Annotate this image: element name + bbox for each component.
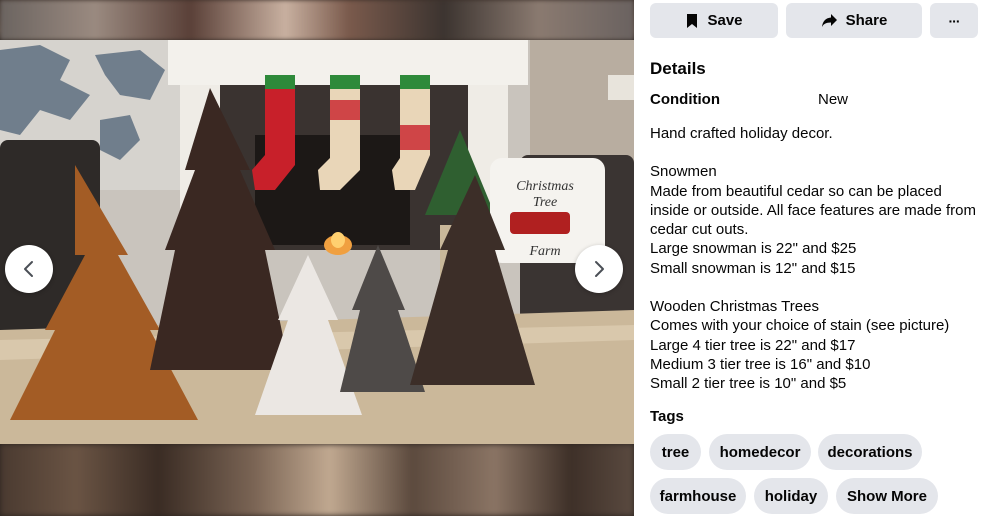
more-icon: ··· bbox=[948, 12, 961, 29]
tag-chip-tree[interactable]: tree bbox=[650, 434, 701, 470]
chevron-right-icon bbox=[595, 261, 604, 277]
bookmark-icon bbox=[687, 13, 698, 28]
listing-details-panel: Save Share ··· Details Condition New Han… bbox=[634, 0, 991, 516]
snowman-small: Small snowman is 12" and $15 bbox=[650, 259, 856, 277]
chevron-left-icon bbox=[24, 261, 33, 277]
action-bar: Save Share ··· bbox=[650, 3, 978, 38]
listing-description: Hand crafted holiday decor. Snowmen Made… bbox=[650, 124, 985, 394]
tag-chip-decorations[interactable]: decorations bbox=[818, 434, 922, 470]
snowman-large: Large snowman is 22" and $25 bbox=[650, 240, 857, 258]
save-label: Save bbox=[707, 12, 743, 29]
description-intro: Hand crafted holiday decor. bbox=[650, 125, 833, 142]
share-button[interactable]: Share bbox=[786, 3, 922, 38]
pillow-text-1: Christmas bbox=[516, 179, 574, 194]
photo-viewer: Christmas Tree Farm bbox=[0, 0, 634, 516]
snowmen-title: Snowmen bbox=[650, 163, 717, 181]
blurred-backdrop-top bbox=[0, 0, 634, 40]
tag-chip-farmhouse[interactable]: farmhouse bbox=[650, 478, 746, 514]
next-photo-button[interactable] bbox=[575, 245, 623, 293]
snowmen-body: Made from beautiful cedar so can be plac… bbox=[650, 182, 977, 239]
tags-heading: Tags bbox=[650, 408, 684, 425]
tree-small: Small 2 tier tree is 10" and $5 bbox=[650, 375, 847, 393]
share-arrow-icon bbox=[821, 14, 837, 27]
tree-large: Large 4 tier tree is 22" and $17 bbox=[650, 336, 856, 354]
share-label: Share bbox=[845, 12, 888, 29]
trees-title: Wooden Christmas Trees bbox=[650, 298, 819, 316]
blurred-backdrop-bottom bbox=[0, 444, 634, 516]
pillow-text-2: Tree bbox=[533, 195, 557, 210]
tag-chip-homedecor[interactable]: homedecor bbox=[709, 434, 811, 470]
condition-label: Condition bbox=[650, 91, 720, 108]
tag-chip-holiday[interactable]: holiday bbox=[754, 478, 828, 514]
tree-medium: Medium 3 tier tree is 16" and $10 bbox=[650, 355, 871, 373]
pillow-text-3: Farm bbox=[528, 244, 560, 259]
show-more-tags-button[interactable]: Show More bbox=[836, 478, 938, 514]
more-options-button[interactable]: ··· bbox=[930, 3, 978, 38]
trees-stain: Comes with your choice of stain (see pic… bbox=[650, 317, 950, 335]
condition-value: New bbox=[818, 91, 849, 108]
listing-photo: Christmas Tree Farm bbox=[0, 40, 634, 444]
save-button[interactable]: Save bbox=[650, 3, 778, 38]
details-heading: Details bbox=[650, 59, 706, 78]
previous-photo-button[interactable] bbox=[5, 245, 53, 293]
